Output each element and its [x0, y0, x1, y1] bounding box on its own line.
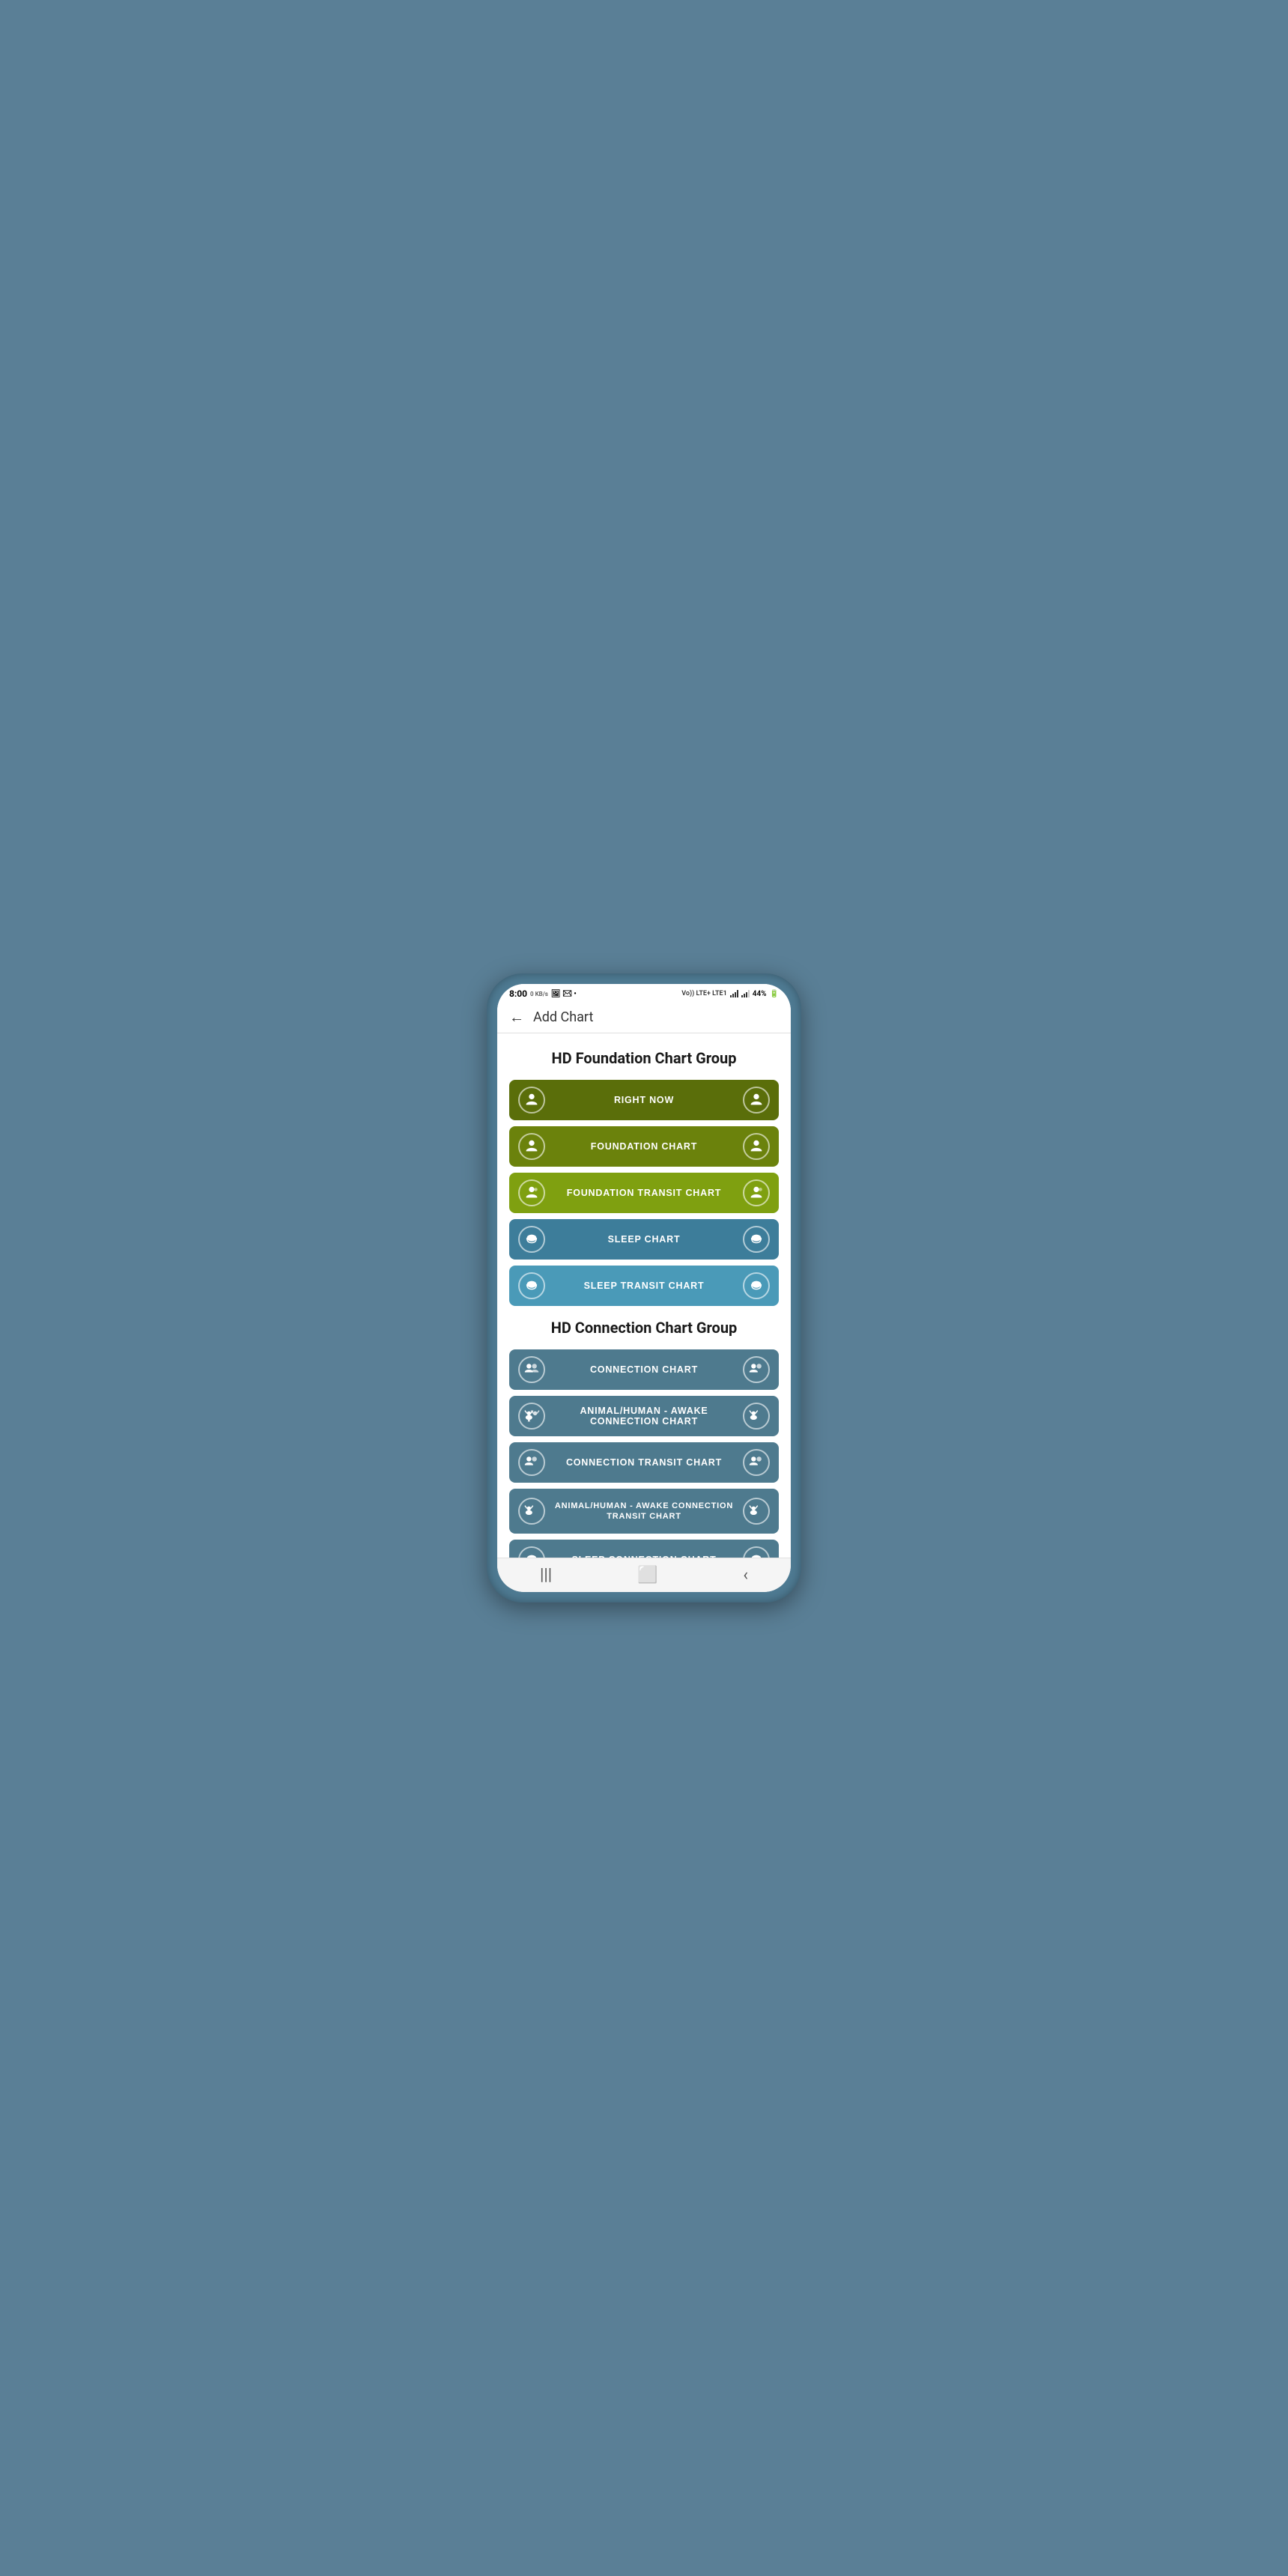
sleep-chart-button[interactable]: SLEEP CHART	[509, 1219, 779, 1260]
animal-human-transit-button[interactable]: ANIMAL/HUMAN - AWAKE CONNECTION TRANSIT …	[509, 1489, 779, 1534]
app-bar: ← Add Chart	[497, 1002, 791, 1033]
two-persons-transit-svg-right	[748, 1454, 765, 1471]
status-left: 8:00 0 KB/s 🖼 ✉ •	[509, 988, 577, 999]
status-time: 8:00	[509, 988, 527, 999]
foundation-chart-label: FOUNDATION CHART	[545, 1141, 743, 1152]
sleep-chart-icon-left	[518, 1226, 545, 1253]
animal-human-awake-label: ANIMAL/HUMAN - AWAKE CONNECTION CHART	[545, 1406, 743, 1427]
sleep-svg-left	[523, 1231, 540, 1248]
sleep-transit-svg-right	[748, 1278, 765, 1294]
phone-frame: 8:00 0 KB/s 🖼 ✉ • Vo)) LTE+ LTE1 44% 🔋 ←…	[487, 973, 801, 1603]
foundation-transit-icon-left: ↑	[518, 1179, 545, 1206]
sleep-transit-chart-label: SLEEP TRANSIT CHART	[545, 1281, 743, 1291]
battery-label: 44%	[753, 990, 767, 998]
connection-chart-button[interactable]: CONNECTION CHART	[509, 1349, 779, 1390]
connection-icon-right	[743, 1356, 770, 1383]
foundation-person-svg-left	[523, 1138, 540, 1155]
animal-human-awake-connection-button[interactable]: ANIMAL/HUMAN - AWAKE CONNECTION CHART	[509, 1396, 779, 1436]
sleep-transit-icon-right	[743, 1272, 770, 1299]
animal-human-icon-right	[743, 1403, 770, 1430]
two-persons-svg-left	[523, 1361, 540, 1378]
sleep-svg-right	[748, 1231, 765, 1248]
svg-text:↑: ↑	[535, 1188, 538, 1191]
carrier-label: Vo)) LTE+ LTE1	[681, 990, 726, 997]
sleep-connection-icon-left	[518, 1546, 545, 1558]
signal-bars	[730, 990, 738, 997]
foundation-chart-button[interactable]: FOUNDATION CHART	[509, 1126, 779, 1167]
foundation-chart-icon-left	[518, 1133, 545, 1160]
back-button[interactable]: ←	[509, 1008, 524, 1027]
sleep-transit-icon-left	[518, 1272, 545, 1299]
right-now-icon-left	[518, 1087, 545, 1114]
foundation-transit-chart-label: FOUNDATION TRANSIT CHART	[545, 1188, 743, 1198]
connection-transit-label: CONNECTION TRANSIT CHART	[545, 1457, 743, 1468]
sleep-chart-label: SLEEP CHART	[545, 1234, 743, 1245]
two-persons-svg-right	[748, 1361, 765, 1378]
signal-bars-2	[741, 990, 750, 997]
foundation-transit-icon-right	[743, 1179, 770, 1206]
transit-person-svg-left: ↑	[523, 1185, 540, 1201]
sleep-connection-svg-right	[748, 1552, 765, 1558]
two-persons-transit-svg-left	[523, 1454, 540, 1471]
status-icons: 🖼 ✉ •	[551, 990, 577, 998]
sleep-transit-chart-button[interactable]: SLEEP TRANSIT CHART	[509, 1266, 779, 1306]
foundation-group-title: HD Foundation Chart Group	[509, 1048, 779, 1068]
foundation-person-svg-right	[748, 1138, 765, 1155]
connection-group-title: HD Connection Chart Group	[509, 1318, 779, 1337]
animal-transit-svg-left	[523, 1503, 540, 1519]
person-svg-right	[748, 1092, 765, 1108]
connection-transit-icon-left	[518, 1449, 545, 1476]
sleep-connection-icon-right	[743, 1546, 770, 1558]
nav-back[interactable]: ‹	[743, 1566, 748, 1585]
right-now-icon-right	[743, 1087, 770, 1114]
sleep-chart-icon-right	[743, 1226, 770, 1253]
sleep-transit-svg-left	[523, 1278, 540, 1294]
phone-screen: 8:00 0 KB/s 🖼 ✉ • Vo)) LTE+ LTE1 44% 🔋 ←…	[497, 984, 791, 1592]
right-now-button[interactable]: RIGHT NOW	[509, 1080, 779, 1120]
animal-svg-left	[523, 1408, 540, 1424]
connection-transit-icon-right	[743, 1449, 770, 1476]
status-bar: 8:00 0 KB/s 🖼 ✉ • Vo)) LTE+ LTE1 44% 🔋	[497, 984, 791, 1002]
transit-person-svg-right	[748, 1185, 765, 1201]
page-title: Add Chart	[533, 1009, 593, 1025]
battery-icon: 🔋	[770, 990, 779, 998]
nav-recent-apps[interactable]: |||	[540, 1566, 552, 1585]
animal-human-transit-label: ANIMAL/HUMAN - AWAKE CONNECTION TRANSIT …	[545, 1501, 743, 1522]
status-right: Vo)) LTE+ LTE1 44% 🔋	[681, 990, 779, 998]
animal-transit-svg-right	[748, 1503, 765, 1519]
sleep-connection-svg-left	[523, 1552, 540, 1558]
connection-icon-left	[518, 1356, 545, 1383]
status-speed: 0 KB/s	[530, 991, 548, 997]
foundation-chart-icon-right	[743, 1133, 770, 1160]
animal-svg-right	[748, 1408, 765, 1424]
sleep-connection-chart-button[interactable]: SLEEP CONNECTION CHART	[509, 1540, 779, 1558]
main-content: HD Foundation Chart Group RIGHT NOW	[497, 1033, 791, 1558]
person-svg-left	[523, 1092, 540, 1108]
bottom-nav: ||| ⬜ ‹	[497, 1558, 791, 1592]
connection-chart-label: CONNECTION CHART	[545, 1364, 743, 1375]
connection-transit-chart-button[interactable]: CONNECTION TRANSIT CHART	[509, 1442, 779, 1483]
animal-human-transit-icon-right	[743, 1498, 770, 1525]
right-now-label: RIGHT NOW	[545, 1095, 743, 1105]
foundation-transit-chart-button[interactable]: ↑ FOUNDATION TRANSIT CHART	[509, 1173, 779, 1213]
animal-human-icon-left	[518, 1403, 545, 1430]
animal-human-transit-icon-left	[518, 1498, 545, 1525]
nav-home[interactable]: ⬜	[637, 1566, 657, 1585]
